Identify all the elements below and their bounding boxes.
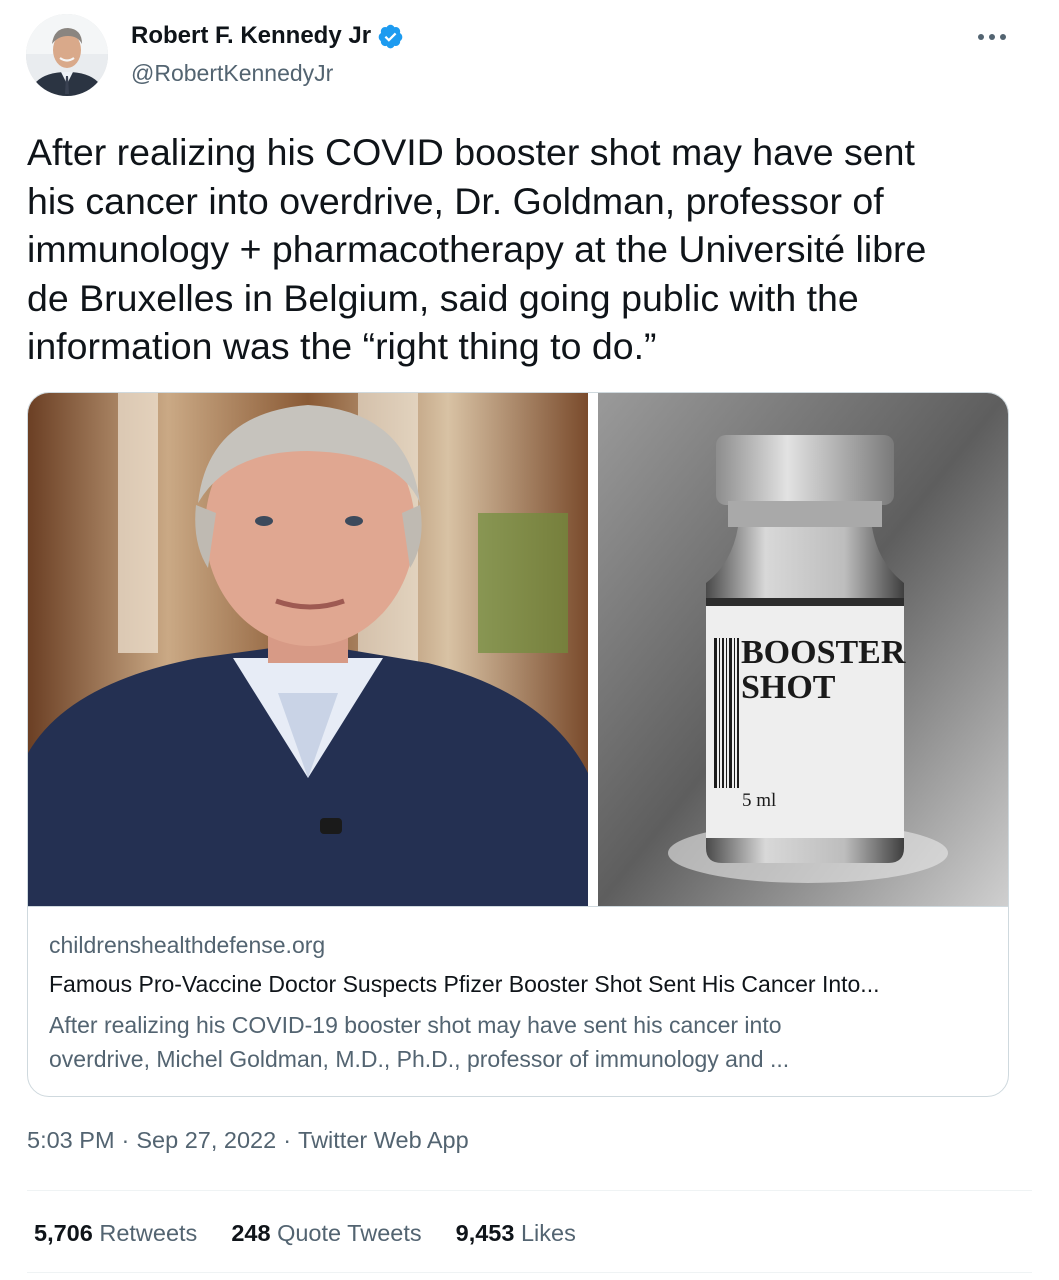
author-name-row: Robert F. Kennedy Jr <box>131 22 404 50</box>
divider <box>27 1272 1032 1273</box>
likes-count: 9,453 <box>455 1220 515 1246</box>
avatar[interactable] <box>26 14 108 96</box>
card-title: Famous Pro-Vaccine Doctor Suspects Pfize… <box>49 971 880 997</box>
more-options-button[interactable] <box>972 22 1012 52</box>
link-preview-card[interactable]: BOOSTER SHOT 5 ml childrenshealthdefense… <box>27 392 1009 1097</box>
retweets-stat[interactable]: 5,706 Retweets <box>34 1220 197 1247</box>
quote-tweets-label: Quote Tweets <box>277 1220 422 1246</box>
card-image: BOOSTER SHOT 5 ml <box>28 393 1008 906</box>
card-description: After realizing his COVID-19 booster sho… <box>49 1008 989 1076</box>
tweet-date[interactable]: Sep 27, 2022 <box>136 1127 276 1154</box>
quote-tweets-count: 248 <box>231 1220 271 1246</box>
retweets-count: 5,706 <box>34 1220 93 1246</box>
tweet-time[interactable]: 5:03 PM <box>27 1127 115 1154</box>
vial-volume-label: 5 ml <box>742 790 776 811</box>
vial-label-line2: SHOT <box>741 669 836 706</box>
author-handle[interactable]: @RobertKennedyJr <box>131 60 333 87</box>
engagement-stats: 5,706 Retweets 248 Quote Tweets 9,453 Li… <box>34 1220 576 1247</box>
divider <box>27 1190 1032 1191</box>
avatar-photo <box>26 14 108 96</box>
meta-separator: · <box>283 1127 292 1153</box>
meta-separator: · <box>121 1127 130 1153</box>
likes-label: Likes <box>520 1220 576 1246</box>
tweet-text: After realizing his COVID booster shot m… <box>27 131 927 368</box>
tweet-source[interactable]: Twitter Web App <box>298 1127 469 1154</box>
vial-label-line1: BOOSTER <box>741 634 906 671</box>
quote-tweets-stat[interactable]: 248 Quote Tweets <box>231 1220 421 1247</box>
ellipsis-icon <box>978 34 1006 40</box>
verified-badge-icon <box>377 23 404 50</box>
card-domain: childrenshealthdefense.org <box>49 932 326 958</box>
tweet-meta: 5:03 PM · Sep 27, 2022 · Twitter Web App <box>27 1127 469 1154</box>
likes-stat[interactable]: 9,453 Likes <box>456 1220 576 1247</box>
author-display-name[interactable]: Robert F. Kennedy Jr <box>131 22 371 50</box>
card-description-text: After realizing his COVID-19 booster sho… <box>49 1012 790 1072</box>
retweets-label: Retweets <box>99 1220 198 1246</box>
card-divider <box>28 906 1008 907</box>
